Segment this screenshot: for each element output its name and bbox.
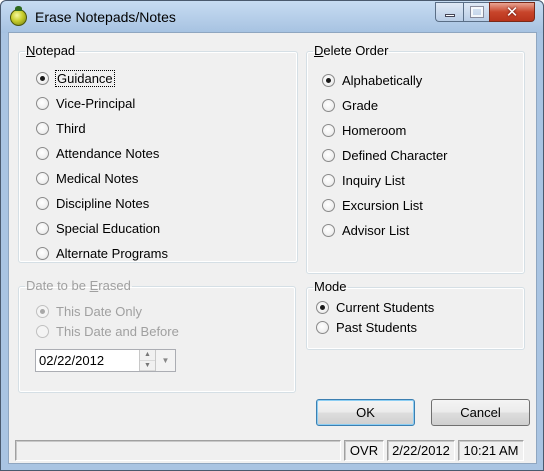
- mode-radio-current-students[interactable]: Current Students: [316, 298, 434, 316]
- status-pane-ovr: OVR: [344, 440, 384, 461]
- date-radio-this-date-and-before: This Date and Before: [36, 322, 179, 340]
- order-radio-label: Excursion List: [342, 197, 423, 213]
- spin-up-icon[interactable]: ▲: [140, 350, 155, 361]
- date-spinner[interactable]: ▲ ▼: [139, 350, 155, 371]
- maximize-icon: [469, 6, 484, 18]
- radio-button-icon[interactable]: [36, 71, 49, 85]
- order-radio-label: Homeroom: [342, 122, 407, 138]
- order-radio-label: Advisor List: [342, 222, 410, 238]
- notepad-radio-guidance[interactable]: Guidance: [36, 69, 115, 87]
- order-radio-label: Grade: [342, 97, 379, 113]
- radio-button-icon[interactable]: [36, 196, 49, 210]
- mode-group-label: Mode: [314, 279, 347, 294]
- order-radio-homeroom[interactable]: Homeroom: [322, 121, 406, 139]
- radio-button-icon[interactable]: [322, 173, 335, 187]
- radio-button-icon[interactable]: [36, 221, 49, 235]
- order-radio-label: Alphabetically: [342, 72, 423, 88]
- ok-button[interactable]: OK: [316, 399, 415, 426]
- radio-button-icon[interactable]: [322, 148, 335, 162]
- order-radio-defined-character[interactable]: Defined Character: [322, 146, 448, 164]
- order-radio-excursion-list[interactable]: Excursion List: [322, 196, 423, 214]
- window-title: Erase Notepads/Notes: [35, 9, 176, 25]
- cancel-button[interactable]: Cancel: [431, 399, 530, 426]
- notepad-radio-label: Third: [56, 120, 86, 136]
- notepad-radio-attendance-notes[interactable]: Attendance Notes: [36, 144, 159, 162]
- notepad-radio-third[interactable]: Third: [36, 119, 86, 137]
- notepad-radio-label: Special Education: [56, 220, 161, 236]
- date-radio-label: This Date and Before: [56, 323, 179, 339]
- notepad-radio-medical-notes[interactable]: Medical Notes: [36, 169, 138, 187]
- notepad-radio-label: Discipline Notes: [56, 195, 150, 211]
- date-group-label: Date to be Erased: [26, 278, 131, 293]
- order-radio-inquiry-list[interactable]: Inquiry List: [322, 171, 405, 189]
- radio-button-icon: [36, 324, 49, 338]
- minimize-icon: [444, 14, 455, 17]
- mode-radio-past-students[interactable]: Past Students: [316, 318, 417, 336]
- radio-button-icon[interactable]: [322, 123, 335, 137]
- order-radio-label: Inquiry List: [342, 172, 405, 188]
- notepad-radio-label: Guidance: [55, 69, 115, 87]
- close-icon: ✕: [505, 3, 519, 21]
- notepad-radio-special-education[interactable]: Special Education: [36, 219, 160, 237]
- date-radio-label: This Date Only: [56, 303, 142, 319]
- minimize-button[interactable]: [435, 2, 463, 22]
- caption-buttons: ✕: [435, 2, 535, 22]
- radio-button-icon[interactable]: [36, 246, 49, 260]
- notepad-radio-alternate-programs[interactable]: Alternate Programs: [36, 244, 168, 262]
- status-bar: OVR 2/22/2012 10:21 AM: [15, 440, 533, 461]
- notepad-radio-label: Medical Notes: [56, 170, 139, 186]
- radio-button-icon[interactable]: [36, 96, 49, 110]
- mode-radio-label: Current Students: [336, 299, 435, 315]
- app-logo-icon[interactable]: [10, 6, 27, 26]
- title-bar[interactable]: Erase Notepads/Notes ✕: [1, 1, 543, 33]
- order-radio-advisor-list[interactable]: Advisor List: [322, 221, 409, 239]
- date-input[interactable]: 02/22/2012: [36, 350, 139, 371]
- notepad-group-label: Notepad: [26, 43, 76, 58]
- notepad-radio-discipline-notes[interactable]: Discipline Notes: [36, 194, 149, 212]
- radio-button-icon: [36, 304, 49, 318]
- order-radio-grade[interactable]: Grade: [322, 96, 378, 114]
- radio-button-icon[interactable]: [322, 98, 335, 112]
- notepad-radio-label: Alternate Programs: [56, 245, 168, 261]
- order-radio-label: Defined Character: [342, 147, 448, 163]
- chevron-down-icon[interactable]: ▼: [155, 350, 175, 371]
- maximize-button[interactable]: [463, 2, 489, 22]
- radio-button-icon[interactable]: [36, 171, 49, 185]
- radio-button-icon[interactable]: [322, 73, 335, 87]
- dialog-window: Erase Notepads/Notes ✕ Notepad Guidance V…: [0, 0, 544, 471]
- spin-down-icon[interactable]: ▼: [140, 360, 155, 371]
- order-radio-alphabetically[interactable]: Alphabetically: [322, 71, 422, 89]
- notepad-radio-label: Vice-Principal: [56, 95, 136, 111]
- radio-button-icon[interactable]: [322, 223, 335, 237]
- status-pane-time: 10:21 AM: [458, 440, 524, 461]
- notepad-radio-label: Attendance Notes: [56, 145, 160, 161]
- close-button[interactable]: ✕: [489, 2, 535, 22]
- status-pane-message: [15, 440, 341, 461]
- radio-button-icon[interactable]: [322, 198, 335, 212]
- radio-button-icon[interactable]: [316, 320, 329, 334]
- delete-order-group-label: Delete Order: [314, 43, 389, 58]
- radio-button-icon[interactable]: [36, 121, 49, 135]
- dialog-client-area: Notepad Guidance Vice-Principal Third Atten…: [8, 32, 537, 464]
- status-pane-date: 2/22/2012: [387, 440, 455, 461]
- radio-button-icon[interactable]: [36, 146, 49, 160]
- date-radio-this-date-only: This Date Only: [36, 302, 142, 320]
- mode-radio-label: Past Students: [336, 319, 417, 335]
- notepad-radio-vice-principal[interactable]: Vice-Principal: [36, 94, 135, 112]
- radio-button-icon[interactable]: [316, 300, 329, 314]
- date-picker[interactable]: 02/22/2012 ▲ ▼ ▼: [35, 349, 176, 372]
